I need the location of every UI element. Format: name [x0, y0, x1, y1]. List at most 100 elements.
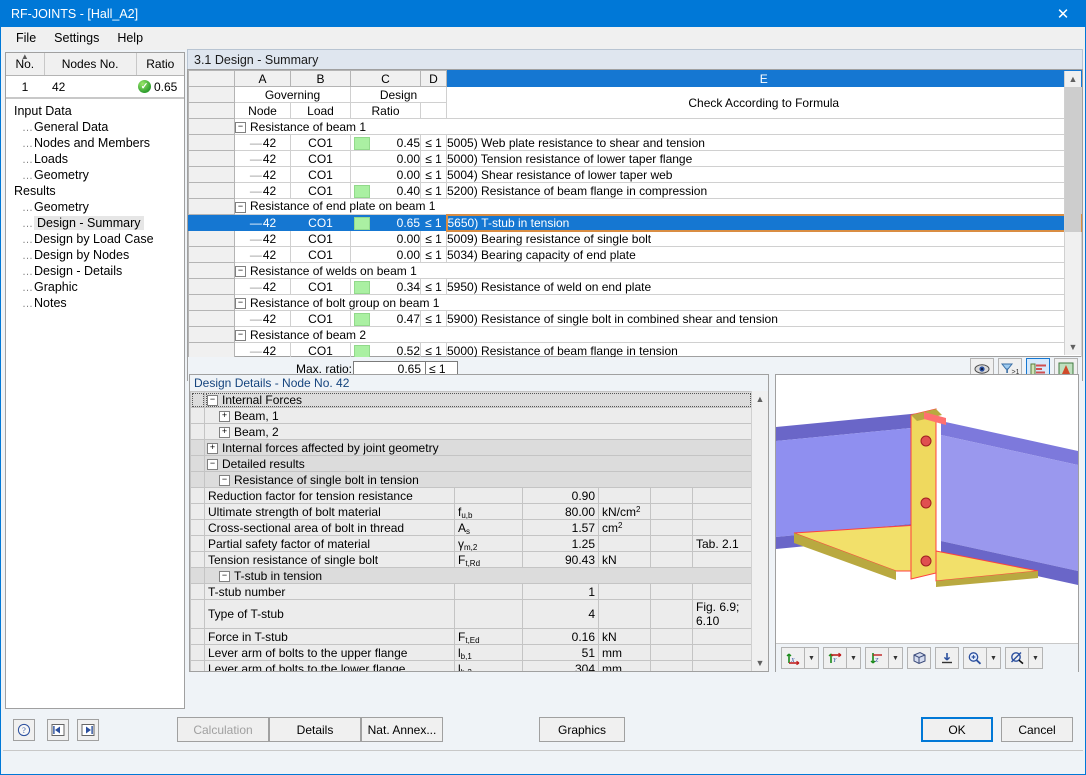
details-button[interactable]: Details — [269, 717, 361, 742]
scroll-up-arrow-icon[interactable]: ▲ — [1065, 71, 1081, 87]
detail-section-row[interactable]: +Beam, 1 — [191, 408, 752, 424]
table-group-row[interactable]: −Resistance of beam 1 — [189, 119, 1082, 135]
detail-section-row[interactable]: +Internal forces affected by joint geome… — [191, 440, 752, 456]
detail-row[interactable]: Type of T-stub 4 Fig. 6.9; 6.10 — [191, 600, 752, 629]
rowheader[interactable] — [189, 311, 235, 327]
print-to-printer-icon[interactable] — [935, 647, 959, 669]
scrollbar-thumb[interactable] — [1065, 87, 1081, 232]
view-in-y-icon[interactable]: Y — [823, 647, 847, 669]
sidebar-item-design-by-nodes[interactable]: …Design by Nodes — [20, 247, 184, 263]
group-label-cell[interactable]: −Resistance of end plate on beam 1 — [235, 199, 1082, 215]
detail-section-row[interactable]: +Beam, 2 — [191, 424, 752, 440]
detail-section-row[interactable]: −Detailed results — [191, 456, 752, 472]
rowheader[interactable] — [189, 151, 235, 167]
detail-row[interactable]: Partial safety factor of material γm,2 1… — [191, 536, 752, 552]
detail-section-row[interactable]: −Resistance of single bolt in tension — [191, 472, 752, 488]
rowheader[interactable] — [189, 183, 235, 199]
detail-section-label-cell[interactable]: +Internal forces affected by joint geome… — [205, 440, 752, 456]
column-header-ratio[interactable]: Ratio — [137, 53, 184, 75]
detail-row[interactable]: Cross-sectional area of bolt in thread A… — [191, 520, 752, 536]
rowheader[interactable] — [189, 327, 235, 343]
view-in-z-icon[interactable]: Z — [865, 647, 889, 669]
detail-section-row[interactable]: −T-stub in tension — [191, 568, 752, 584]
detail-section-label-cell[interactable]: −Internal Forces — [205, 392, 752, 408]
detail-row[interactable]: Lever arm of bolts to the upper flange l… — [191, 645, 752, 661]
close-icon[interactable]: ✕ — [1041, 1, 1085, 27]
detail-row[interactable]: Lever arm of bolts to the lower flange l… — [191, 661, 752, 672]
detail-row[interactable]: Reduction factor for tension resistance … — [191, 488, 752, 504]
ok-button[interactable]: OK — [921, 717, 993, 742]
table-row-selected[interactable]: —42 CO1 0.65 ≤ 1 5650) T-stub in tension — [189, 215, 1082, 231]
detail-row[interactable]: T-stub number 1 — [191, 584, 752, 600]
column-letter-c[interactable]: C — [351, 71, 421, 87]
sidebar-item-graphic[interactable]: …Graphic — [20, 279, 184, 295]
rowheader[interactable] — [189, 119, 235, 135]
help-question-icon[interactable]: ? — [13, 719, 35, 741]
sidebar-item-results-geometry[interactable]: …Geometry — [20, 199, 184, 215]
table-row[interactable]: —42 CO1 0.00 ≤ 1 5000) Tension resistanc… — [189, 151, 1082, 167]
rowheader[interactable] — [189, 167, 235, 183]
table-row[interactable]: —42 CO1 0.47 ≤ 1 5900) Resistance of sin… — [189, 311, 1082, 327]
scroll-up-arrow-icon[interactable]: ▲ — [752, 391, 768, 407]
scroll-down-arrow-icon[interactable]: ▼ — [752, 655, 768, 671]
column-header-nodes-no[interactable]: Nodes No. — [45, 53, 137, 75]
zoom-in-dropdown-icon[interactable]: ▼ — [987, 647, 1001, 669]
column-header-no[interactable]: ▲ No. — [6, 53, 45, 75]
detail-section-label-cell[interactable]: −Resistance of single bolt in tension — [205, 472, 752, 488]
column-letter-b[interactable]: B — [291, 71, 351, 87]
detail-row[interactable]: Force in T-stub Ft,Ed 0.16 kN — [191, 629, 752, 645]
menu-item-help[interactable]: Help — [108, 28, 152, 48]
collapse-minus-icon[interactable]: − — [207, 459, 218, 470]
next-page-icon[interactable] — [77, 719, 99, 741]
collapse-minus-icon[interactable]: − — [207, 395, 218, 406]
rowheader[interactable] — [189, 215, 235, 231]
detail-section-row[interactable]: −Internal Forces — [191, 392, 752, 408]
detail-row[interactable]: Ultimate strength of bolt material fu,b … — [191, 504, 752, 520]
sidebar-item-notes[interactable]: …Notes — [20, 295, 184, 311]
table-row[interactable]: —42 CO1 0.45 ≤ 1 5005) Web plate resista… — [189, 135, 1082, 151]
group-label-cell[interactable]: −Resistance of bolt group on beam 1 — [235, 295, 1082, 311]
collapse-minus-icon[interactable]: − — [235, 330, 246, 341]
collapse-minus-icon[interactable]: − — [235, 298, 246, 309]
graphics-button[interactable]: Graphics — [539, 717, 625, 742]
expand-plus-icon[interactable]: + — [207, 443, 218, 454]
rowheader[interactable] — [189, 135, 235, 151]
zoom-in-icon[interactable] — [963, 647, 987, 669]
table-row[interactable]: —42 CO1 0.40 ≤ 1 5200) Resistance of bea… — [189, 183, 1082, 199]
table-group-row[interactable]: −Resistance of beam 2 — [189, 327, 1082, 343]
view-in-x-icon[interactable]: X — [781, 647, 805, 669]
collapse-minus-icon[interactable]: − — [219, 475, 230, 486]
column-letter-e[interactable]: E — [447, 71, 1082, 87]
group-label-cell[interactable]: −Resistance of beam 1 — [235, 119, 1082, 135]
group-label-cell[interactable]: −Resistance of beam 2 — [235, 327, 1082, 343]
collapse-minus-icon[interactable]: − — [235, 122, 246, 133]
rowheader[interactable] — [189, 199, 235, 215]
table-row[interactable]: —42 CO1 0.00 ≤ 1 5034) Bearing capacity … — [189, 247, 1082, 263]
group-label-cell[interactable]: −Resistance of welds on beam 1 — [235, 263, 1082, 279]
column-letter-d[interactable]: D — [421, 71, 447, 87]
detail-section-label-cell[interactable]: +Beam, 1 — [205, 408, 752, 424]
sidebar-item-design-details[interactable]: …Design - Details — [20, 263, 184, 279]
table-row[interactable]: —42 CO1 0.00 ≤ 1 5009) Bearing resistanc… — [189, 231, 1082, 247]
collapse-minus-icon[interactable]: − — [235, 266, 246, 277]
table-vertical-scrollbar[interactable]: ▲ ▼ — [1064, 71, 1081, 355]
rowheader[interactable] — [189, 279, 235, 295]
collapse-minus-icon[interactable]: − — [219, 571, 230, 582]
table-row[interactable]: —42 CO1 0.34 ≤ 1 5950) Resistance of wel… — [189, 279, 1082, 295]
rowheader[interactable] — [189, 263, 235, 279]
detail-section-label-cell[interactable]: −Detailed results — [205, 456, 752, 472]
scroll-down-arrow-icon[interactable]: ▼ — [1065, 339, 1081, 355]
view-in-y-dropdown-icon[interactable]: ▼ — [847, 647, 861, 669]
joint-3d-view[interactable] — [776, 375, 1078, 643]
view-in-x-dropdown-icon[interactable]: ▼ — [805, 647, 819, 669]
tree-group-input-data[interactable]: Input Data — [12, 103, 184, 119]
menu-item-file[interactable]: File — [7, 28, 45, 48]
table-row[interactable]: —42 CO1 0.00 ≤ 1 5004) Shear resistance … — [189, 167, 1082, 183]
table-group-row[interactable]: −Resistance of welds on beam 1 — [189, 263, 1082, 279]
view-in-z-dropdown-icon[interactable]: ▼ — [889, 647, 903, 669]
sidebar-item-general-data[interactable]: …General Data — [20, 119, 184, 135]
previous-page-icon[interactable] — [47, 719, 69, 741]
isometric-cube-icon[interactable] — [907, 647, 931, 669]
table-group-row[interactable]: −Resistance of bolt group on beam 1 — [189, 295, 1082, 311]
design-details-scrollbar[interactable]: ▲ ▼ — [751, 391, 768, 671]
